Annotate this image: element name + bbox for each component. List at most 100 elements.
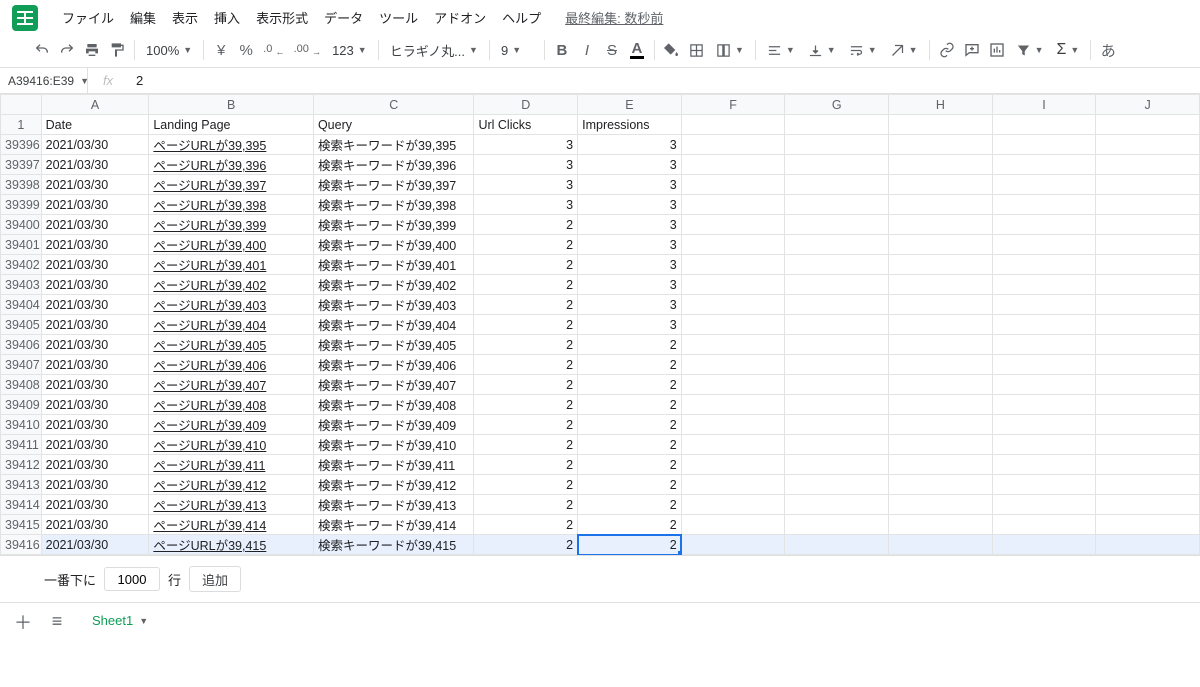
cell[interactable]: 2 [474, 275, 578, 295]
cell[interactable]: ページURLが39,400 [149, 235, 314, 255]
cell[interactable] [681, 195, 785, 215]
cell[interactable]: Url Clicks [474, 115, 578, 135]
menu-ヘルプ[interactable]: ヘルプ [494, 4, 549, 31]
cell[interactable]: ページURLが39,409 [149, 415, 314, 435]
cell[interactable]: ページURLが39,407 [149, 375, 314, 395]
col-header[interactable]: F [681, 95, 785, 115]
landing-page-link[interactable]: ページURLが39,404 [153, 319, 266, 333]
cell[interactable]: ページURLが39,396 [149, 155, 314, 175]
row-header[interactable]: 39404 [1, 295, 42, 315]
cell[interactable]: 3 [578, 235, 682, 255]
cell[interactable]: ページURLが39,410 [149, 435, 314, 455]
cell[interactable] [889, 295, 993, 315]
row-header[interactable]: 1 [1, 115, 42, 135]
cell[interactable] [785, 155, 889, 175]
cell[interactable] [681, 395, 785, 415]
input-tools-button[interactable]: あ [1096, 37, 1120, 63]
cell[interactable] [992, 175, 1096, 195]
landing-page-link[interactable]: ページURLが39,414 [153, 519, 266, 533]
cell[interactable] [785, 115, 889, 135]
cell[interactable] [1096, 355, 1200, 375]
cell[interactable] [992, 295, 1096, 315]
menu-ツール[interactable]: ツール [371, 4, 426, 31]
cell[interactable]: 3 [578, 215, 682, 235]
cell[interactable]: 2021/03/30 [41, 195, 149, 215]
cell[interactable]: 3 [578, 255, 682, 275]
cell[interactable]: ページURLが39,402 [149, 275, 314, 295]
cell[interactable]: 2 [578, 335, 682, 355]
cell[interactable] [1096, 215, 1200, 235]
cell[interactable]: 検索キーワードが39,411 [313, 455, 474, 475]
cell[interactable]: ページURLが39,397 [149, 175, 314, 195]
row-header[interactable]: 39407 [1, 355, 42, 375]
cell[interactable] [992, 195, 1096, 215]
menu-編集[interactable]: 編集 [122, 4, 164, 31]
cell[interactable] [889, 535, 993, 555]
cell[interactable]: ページURLが39,415 [149, 535, 314, 555]
cell[interactable]: 検索キーワードが39,410 [313, 435, 474, 455]
selection-handle[interactable] [678, 551, 682, 555]
cell[interactable] [785, 475, 889, 495]
cell[interactable] [785, 295, 889, 315]
cell[interactable] [889, 195, 993, 215]
cell[interactable]: 2021/03/30 [41, 495, 149, 515]
cell[interactable] [889, 335, 993, 355]
menu-表示形式[interactable]: 表示形式 [248, 4, 316, 31]
cell[interactable]: 2 [578, 515, 682, 535]
cell[interactable]: 3 [578, 175, 682, 195]
cell[interactable] [681, 275, 785, 295]
cell[interactable]: 2 [578, 535, 682, 555]
landing-page-link[interactable]: ページURLが39,405 [153, 339, 266, 353]
cell[interactable] [1096, 235, 1200, 255]
cell[interactable]: 3 [578, 315, 682, 335]
cell[interactable] [1096, 335, 1200, 355]
row-header[interactable]: 39402 [1, 255, 42, 275]
cell[interactable] [681, 355, 785, 375]
cell[interactable]: 2021/03/30 [41, 135, 149, 155]
fontsize-select[interactable]: 9▼ [495, 37, 539, 63]
row-header[interactable]: 39397 [1, 155, 42, 175]
row-header[interactable]: 39411 [1, 435, 42, 455]
percent-button[interactable]: % [234, 37, 258, 63]
cell[interactable] [785, 435, 889, 455]
cell[interactable] [1096, 395, 1200, 415]
italic-button[interactable]: I [575, 37, 599, 63]
cell[interactable]: 2021/03/30 [41, 455, 149, 475]
cell[interactable]: 2021/03/30 [41, 515, 149, 535]
cell[interactable] [889, 495, 993, 515]
cell[interactable] [1096, 155, 1200, 175]
cell[interactable]: 2 [474, 435, 578, 455]
landing-page-link[interactable]: ページURLが39,407 [153, 379, 266, 393]
landing-page-link[interactable]: ページURLが39,397 [153, 179, 266, 193]
fill-color-button[interactable] [660, 37, 684, 63]
cell[interactable] [785, 215, 889, 235]
link-button[interactable] [935, 37, 959, 63]
cell[interactable]: 2 [578, 475, 682, 495]
cell[interactable]: 2 [474, 215, 578, 235]
cell[interactable]: 2 [474, 335, 578, 355]
cell[interactable]: 検索キーワードが39,407 [313, 375, 474, 395]
landing-page-link[interactable]: ページURLが39,399 [153, 219, 266, 233]
all-sheets-button[interactable]: ≡ [44, 609, 70, 635]
addrows-count-input[interactable] [104, 567, 160, 591]
cell[interactable] [1096, 175, 1200, 195]
cell[interactable]: 2 [578, 395, 682, 415]
cell[interactable]: 2 [474, 395, 578, 415]
cell[interactable]: 検索キーワードが39,404 [313, 315, 474, 335]
cell[interactable] [681, 375, 785, 395]
cell[interactable] [1096, 315, 1200, 335]
cell[interactable] [889, 135, 993, 155]
wrap-button[interactable]: ▼ [843, 37, 883, 63]
cell[interactable] [785, 515, 889, 535]
cell[interactable]: 2021/03/30 [41, 175, 149, 195]
cell[interactable]: 検索キーワードが39,412 [313, 475, 474, 495]
cell[interactable] [992, 115, 1096, 135]
cell[interactable]: ページURLが39,399 [149, 215, 314, 235]
name-box[interactable]: A39416:E39 ▼ [0, 68, 88, 93]
landing-page-link[interactable]: ページURLが39,408 [153, 399, 266, 413]
cell[interactable]: 3 [474, 195, 578, 215]
print-button[interactable] [80, 37, 104, 63]
decrease-decimal-button[interactable]: .0 ← [259, 37, 288, 63]
cell[interactable]: 2 [474, 535, 578, 555]
cell[interactable] [785, 335, 889, 355]
